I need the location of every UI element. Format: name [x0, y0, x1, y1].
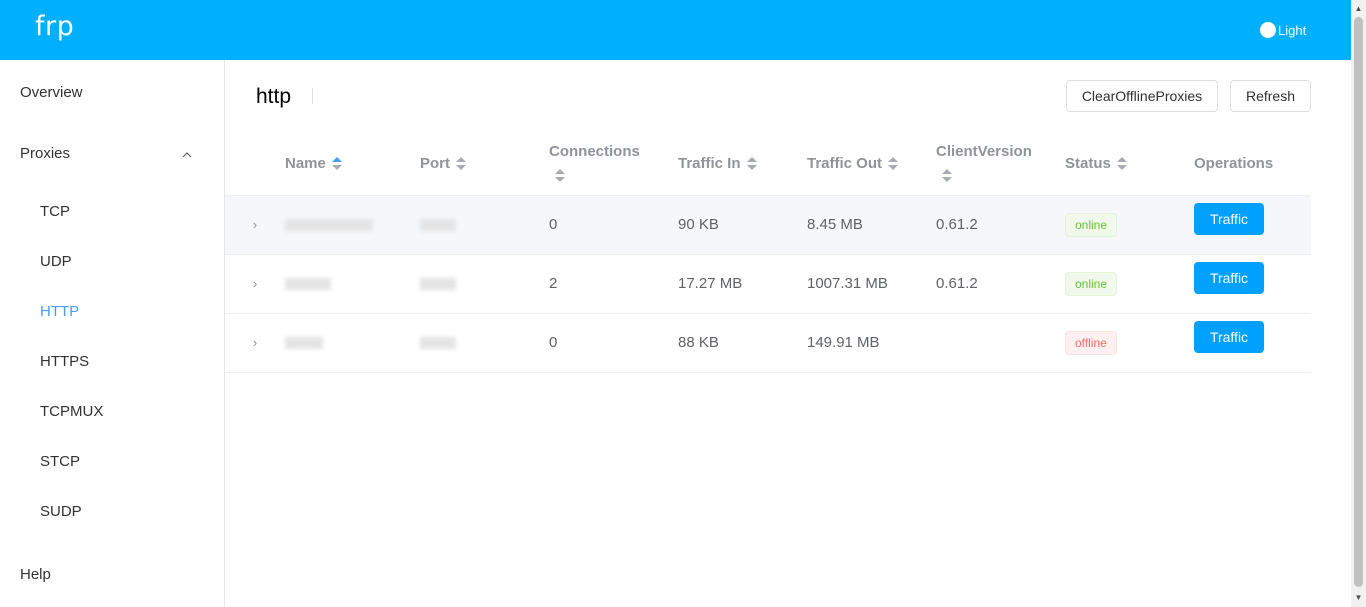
- status-badge: offline: [1065, 330, 1117, 355]
- column-header-port[interactable]: Port: [420, 133, 549, 195]
- column-header-status[interactable]: Status: [1065, 133, 1194, 195]
- traffic-button[interactable]: Traffic: [1194, 320, 1264, 353]
- traffic-out-cell: 8.45 MB: [807, 194, 936, 254]
- traffic-in-cell: 88 KB: [678, 312, 807, 373]
- traffic-out-cell: 149.91 MB: [807, 312, 936, 373]
- theme-toggle-knob: [1260, 22, 1276, 38]
- column-header-traffic-in-label: Traffic In: [678, 155, 741, 173]
- top-bar: frp Light: [0, 0, 1351, 60]
- connections-cell: 2: [549, 253, 678, 313]
- table-header-row: Name Port Connections Traffic In Traffic…: [225, 133, 1311, 195]
- proxy-name-redacted: [285, 194, 420, 254]
- sort-icon[interactable]: [555, 168, 565, 183]
- proxy-name-redacted: [285, 312, 420, 373]
- status-badge: online: [1065, 271, 1118, 296]
- proxy-table: Name Port Connections Traffic In Traffic…: [225, 133, 1311, 373]
- main-content: http ClearOfflineProxies Refresh Name Po…: [225, 60, 1351, 607]
- traffic-in-cell: 90 KB: [678, 194, 807, 254]
- status-badge: online: [1065, 212, 1118, 237]
- column-header-port-label: Port: [420, 155, 450, 173]
- proxy-port-redacted: [420, 194, 549, 254]
- table-row[interactable]: › 0 90 KB 8.45 MB 0.61.2 online Traffic: [225, 194, 1311, 254]
- table-row[interactable]: › 0 88 KB 149.91 MB offline Traffic: [225, 312, 1311, 373]
- client-version-cell: 0.61.2: [936, 253, 1065, 313]
- column-header-traffic-out[interactable]: Traffic Out: [807, 133, 936, 195]
- page-scrollbar[interactable]: ▲ ▼: [1351, 0, 1366, 607]
- column-header-name-label: Name: [285, 155, 326, 173]
- column-header-connections[interactable]: Connections: [549, 133, 678, 195]
- column-header-client-version[interactable]: ClientVersion: [936, 133, 1065, 195]
- sort-icon[interactable]: [456, 157, 466, 171]
- sort-icon[interactable]: [746, 157, 757, 171]
- sort-icon[interactable]: [1116, 157, 1127, 171]
- page-title: http: [256, 85, 292, 108]
- sidebar-item-proxies[interactable]: Proxies: [20, 145, 244, 162]
- column-header-operations: Operations: [1194, 133, 1311, 195]
- status-cell: online: [1065, 253, 1194, 313]
- expand-row-chevron-icon[interactable]: ›: [225, 194, 285, 254]
- expand-column-header: [225, 133, 285, 195]
- scrollbar-thumb[interactable]: [1354, 17, 1363, 587]
- traffic-out-cell: 1007.31 MB: [807, 253, 936, 313]
- table-row[interactable]: › 2 17.27 MB 1007.31 MB 0.61.2 online Tr…: [225, 253, 1311, 313]
- status-cell: online: [1065, 194, 1194, 254]
- column-header-traffic-out-label: Traffic Out: [807, 155, 883, 173]
- theme-toggle[interactable]: Light: [1258, 20, 1310, 40]
- sidebar: Overview Proxies TCP UDP HTTP HTTPS TCPM…: [0, 60, 225, 607]
- clear-offline-proxies-button[interactable]: ClearOfflineProxies: [1066, 80, 1218, 112]
- operations-cell: Traffic: [1194, 312, 1311, 373]
- proxy-port-redacted: [420, 312, 549, 373]
- column-header-status-label: Status: [1065, 155, 1111, 173]
- sort-icon[interactable]: [942, 168, 952, 183]
- column-header-name[interactable]: Name: [285, 133, 420, 195]
- sidebar-item-help[interactable]: Help: [20, 566, 244, 583]
- scroll-down-arrow-icon[interactable]: ▼: [1351, 591, 1366, 605]
- refresh-button[interactable]: Refresh: [1230, 80, 1311, 112]
- column-header-client-version-label: ClientVersion: [936, 142, 1032, 160]
- expand-row-chevron-icon[interactable]: ›: [225, 312, 285, 373]
- sort-icon[interactable]: [888, 157, 899, 171]
- traffic-button[interactable]: Traffic: [1194, 261, 1264, 294]
- title-divider: [312, 88, 313, 104]
- traffic-in-cell: 17.27 MB: [678, 253, 807, 313]
- column-header-traffic-in[interactable]: Traffic In: [678, 133, 807, 195]
- operations-cell: Traffic: [1194, 194, 1311, 254]
- client-version-cell: [936, 312, 1065, 373]
- proxy-port-redacted: [420, 253, 549, 313]
- column-header-operations-label: Operations: [1194, 155, 1274, 173]
- sidebar-item-overview[interactable]: Overview: [20, 84, 244, 101]
- sort-icon[interactable]: [331, 157, 342, 171]
- brand-logo[interactable]: frp: [35, 11, 74, 42]
- status-cell: offline: [1065, 312, 1194, 373]
- traffic-button[interactable]: Traffic: [1194, 202, 1264, 235]
- theme-toggle-label: Light: [1278, 22, 1307, 38]
- expand-row-chevron-icon[interactable]: ›: [225, 253, 285, 313]
- connections-cell: 0: [549, 312, 678, 373]
- operations-cell: Traffic: [1194, 253, 1311, 313]
- scroll-up-arrow-icon[interactable]: ▲: [1351, 2, 1366, 16]
- client-version-cell: 0.61.2: [936, 194, 1065, 254]
- chevron-up-icon[interactable]: [182, 150, 192, 160]
- proxy-name-redacted: [285, 253, 420, 313]
- column-header-connections-label: Connections: [549, 142, 640, 160]
- connections-cell: 0: [549, 194, 678, 254]
